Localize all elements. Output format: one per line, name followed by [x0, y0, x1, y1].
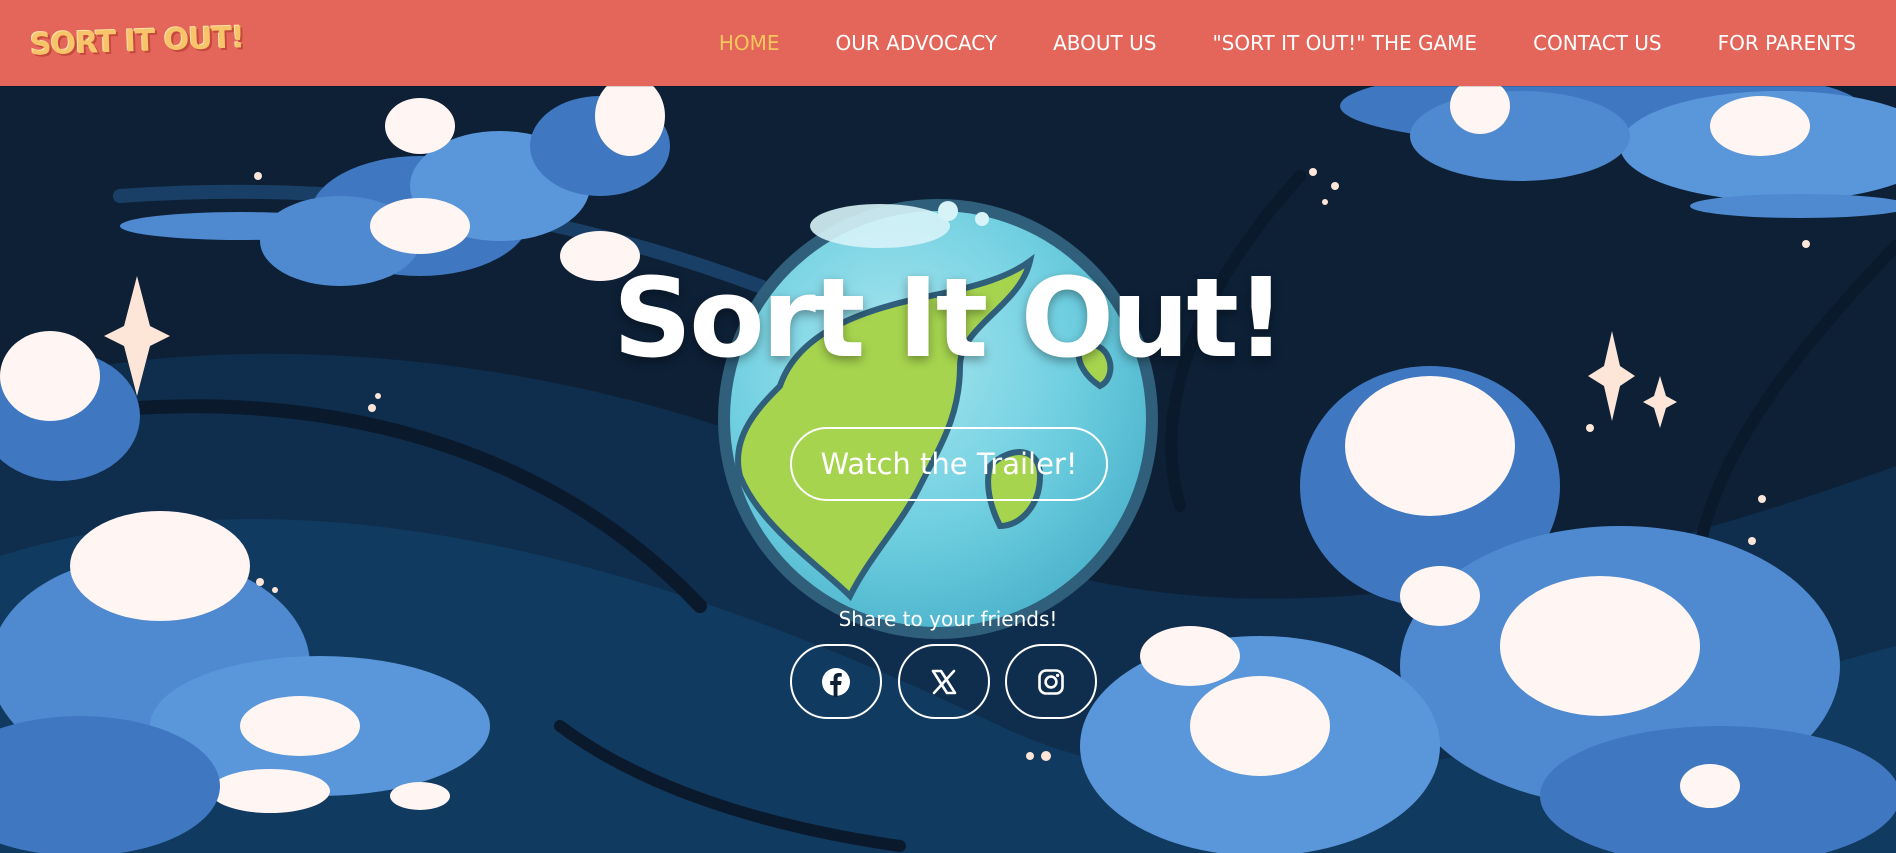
- nav-contact-us[interactable]: CONTACT US: [1533, 31, 1662, 55]
- nav-our-advocacy[interactable]: OUR ADVOCACY: [836, 31, 998, 55]
- instagram-share-button[interactable]: [1005, 644, 1097, 719]
- facebook-share-button[interactable]: [790, 644, 882, 719]
- nav-about-us[interactable]: ABOUT US: [1053, 31, 1156, 55]
- watch-trailer-button[interactable]: Watch the Trailer!: [790, 427, 1108, 501]
- x-share-button[interactable]: [898, 644, 990, 719]
- hero-section: Sort It Out! Watch the Trailer! Share to…: [0, 86, 1896, 853]
- x-icon: [931, 669, 957, 694]
- nav-for-parents[interactable]: FOR PARENTS: [1718, 31, 1856, 55]
- hero-title: Sort It Out!: [612, 254, 1286, 382]
- instagram-icon: [1038, 668, 1064, 695]
- facebook-icon: [822, 667, 850, 697]
- main-nav: HOME OUR ADVOCACY ABOUT US "SORT IT OUT!…: [719, 0, 1856, 86]
- share-label: Share to your friends!: [838, 607, 1058, 631]
- nav-the-game[interactable]: "SORT IT OUT!" THE GAME: [1212, 31, 1477, 55]
- nav-home[interactable]: HOME: [719, 31, 780, 55]
- logo-text: SORT IT OUT!: [29, 19, 245, 63]
- logo[interactable]: SORT IT OUT!: [29, 16, 245, 66]
- top-navbar: SORT IT OUT! HOME OUR ADVOCACY ABOUT US …: [0, 0, 1896, 86]
